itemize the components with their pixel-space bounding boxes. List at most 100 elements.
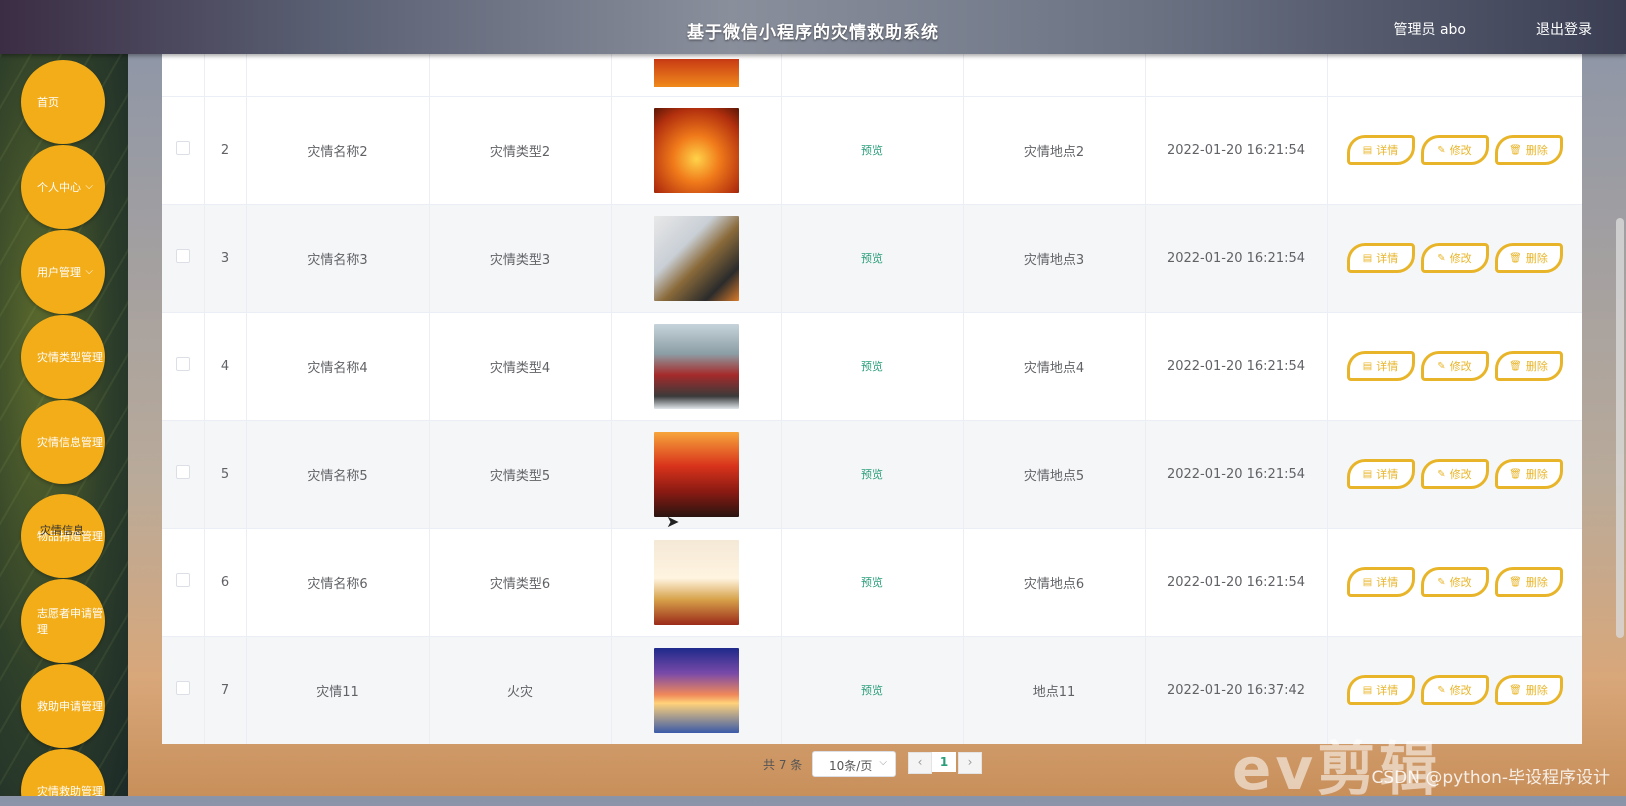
edit-button[interactable]: ✎ 修改 [1420, 567, 1489, 597]
row-checkbox[interactable] [175, 573, 190, 587]
row-checkbox[interactable] [175, 465, 190, 479]
row-index: 2 [204, 96, 247, 205]
row-index: 4 [204, 312, 247, 421]
next-page-button[interactable]: › [958, 752, 982, 774]
detail-button[interactable]: ▤ 详情 [1346, 243, 1415, 273]
disaster-type: 灾情类型4 [429, 312, 612, 421]
pencil-icon: ✎ [1437, 576, 1446, 588]
preview-link[interactable]: 预览 [861, 576, 883, 589]
row-actions: ▤ 详情 ✎ 修改 🗑 删除 [1327, 420, 1582, 529]
detail-button[interactable]: ▤ 详情 [1346, 351, 1415, 381]
fire-truck-photo-thumbnail[interactable] [653, 323, 739, 409]
disaster-type: 灾情类型3 [429, 204, 612, 313]
detail-button[interactable]: ▤ 详情 [1346, 675, 1415, 705]
document-icon: ▤ [1362, 468, 1373, 480]
sidebar-item-label: 志愿者申请管理 [37, 607, 103, 636]
fire-safety-poster-thumbnail[interactable] [653, 539, 739, 625]
table-row: 3 灾情名称3 灾情类型3 预览 灾情地点3 2022-01-20 16:21:54 ▤ 详情… [162, 204, 1582, 313]
delete-button[interactable]: 🗑 删除 [1494, 459, 1563, 489]
publish-time: 2022-01-20 16:21:54 [1145, 312, 1328, 421]
row-actions: ▤ 详情 ✎ 修改 🗑 删除 [1327, 96, 1582, 205]
row-checkbox[interactable] [175, 249, 190, 263]
prev-page-button[interactable]: ‹ [908, 752, 932, 774]
page-size-select[interactable]: 10条/页 ⌵ [812, 751, 896, 777]
preview-link[interactable]: 预览 [861, 468, 883, 481]
logout-link[interactable]: 退出登录 [1536, 19, 1592, 39]
chevron-down-icon: ⌵ [85, 266, 93, 277]
sidebar-item-label: 用户管理 [37, 266, 81, 279]
delete-button[interactable]: 🗑 删除 [1494, 135, 1563, 165]
app-title: 基于微信小程序的灾情救助系统 [687, 23, 939, 43]
edit-label: 修改 [1449, 684, 1472, 697]
pencil-icon: ✎ [1437, 468, 1446, 480]
fire-engine-flames-photo-thumbnail[interactable] [653, 431, 739, 517]
edit-label: 修改 [1449, 468, 1472, 481]
row-checkbox[interactable] [175, 141, 190, 155]
sidebar-item-disaster-types[interactable]: 灾情类型管理 [21, 315, 105, 399]
detail-label: 详情 [1376, 576, 1399, 589]
table-row: 4 灾情名称4 灾情类型4 预览 灾情地点4 2022-01-20 16:21:54 ▤ 详情… [162, 312, 1582, 421]
delete-button[interactable]: 🗑 删除 [1494, 243, 1563, 273]
edit-button[interactable]: ✎ 修改 [1420, 351, 1489, 381]
preview-link[interactable]: 预览 [861, 252, 883, 265]
sidebar-subitem-disaster-info[interactable]: 灾情信息 [40, 522, 84, 538]
sidebar-item-aid-applications[interactable]: 救助申请管理 [21, 664, 105, 748]
row-select-cell [162, 636, 205, 744]
delete-button[interactable]: 🗑 删除 [1494, 675, 1563, 705]
firefighter-photo-thumbnail[interactable] [653, 215, 739, 301]
row-actions: ▤ 详情 ✎ 修改 🗑 删除 [1327, 204, 1582, 313]
disaster-location: 地点11 [963, 636, 1146, 744]
row-select-cell [162, 312, 205, 421]
sidebar-item-volunteer-applications[interactable]: 志愿者申请管理 [21, 579, 105, 663]
detail-button[interactable]: ▤ 详情 [1346, 135, 1415, 165]
edit-button[interactable]: ✎ 修改 [1420, 675, 1489, 705]
detail-label: 详情 [1376, 144, 1399, 157]
preview-link[interactable]: 预览 [861, 360, 883, 373]
row-actions: ▤ 详情 ✎ 修改 🗑 删除 [1327, 528, 1582, 637]
page-size-value: 10条/页 [829, 759, 873, 773]
disaster-type: 火灾 [429, 636, 612, 744]
row-index: 7 [204, 636, 247, 744]
row-checkbox[interactable] [175, 357, 190, 371]
disaster-name: 灾情11 [246, 636, 430, 744]
edit-label: 修改 [1449, 252, 1472, 265]
row-checkbox[interactable] [175, 681, 190, 695]
image-cell [611, 96, 782, 205]
sidebar-item-home[interactable]: 首页 [21, 60, 105, 144]
preview-link[interactable]: 预览 [861, 684, 883, 697]
trash-icon: 🗑 [1509, 576, 1522, 588]
sidebar-item-profile[interactable]: 个人中心 ⌵ [21, 145, 105, 229]
current-page-number[interactable]: 1 [932, 752, 956, 772]
detail-button[interactable]: ▤ 详情 [1346, 459, 1415, 489]
detail-button[interactable]: ▤ 详情 [1346, 567, 1415, 597]
edit-button[interactable]: ✎ 修改 [1420, 135, 1489, 165]
image-cell [611, 636, 782, 744]
sunset-dolphin-photo-thumbnail[interactable] [653, 647, 739, 733]
edit-label: 修改 [1449, 360, 1472, 373]
edit-button[interactable]: ✎ 修改 [1420, 459, 1489, 489]
edit-button[interactable]: ✎ 修改 [1420, 243, 1489, 273]
preview-link[interactable]: 预览 [861, 144, 883, 157]
delete-button[interactable]: 🗑 删除 [1494, 567, 1563, 597]
table-row: 5 灾情名称5 灾情类型5 预览 灾情地点5 2022-01-20 16:21:54 ▤ 详情… [162, 420, 1582, 529]
sidebar-item-users[interactable]: 用户管理 ⌵ [21, 230, 105, 314]
document-icon: ▤ [1362, 360, 1373, 372]
delete-label: 删除 [1525, 576, 1548, 589]
detail-label: 详情 [1376, 684, 1399, 697]
fire-photo-thumbnail [653, 58, 739, 87]
row-index: 3 [204, 204, 247, 313]
fire-rescue-photo-thumbnail[interactable] [653, 107, 739, 193]
table-row: 6 灾情名称6 灾情类型6 预览 灾情地点6 2022-01-20 16:21:54 ▤ 详情… [162, 528, 1582, 637]
disaster-location: 灾情地点6 [963, 528, 1146, 637]
disaster-name: 灾情名称6 [246, 528, 430, 637]
pagination-total: 共 7 条 [763, 758, 803, 772]
page-scrollbar[interactable] [1616, 218, 1624, 638]
delete-label: 删除 [1525, 684, 1548, 697]
sidebar-item-disaster-relief[interactable]: 灾情救助管理 [21, 749, 105, 796]
detail-label: 详情 [1376, 360, 1399, 373]
delete-button[interactable]: 🗑 删除 [1494, 351, 1563, 381]
disaster-table: 2 灾情名称2 灾情类型2 预览 灾情地点2 2022-01-20 16:21:54 ▤ 详情… [162, 54, 1582, 744]
delete-label: 删除 [1525, 144, 1548, 157]
sidebar-item-disaster-info[interactable]: 灾情信息管理 [21, 400, 105, 484]
publish-time: 2022-01-20 16:21:54 [1145, 420, 1328, 529]
